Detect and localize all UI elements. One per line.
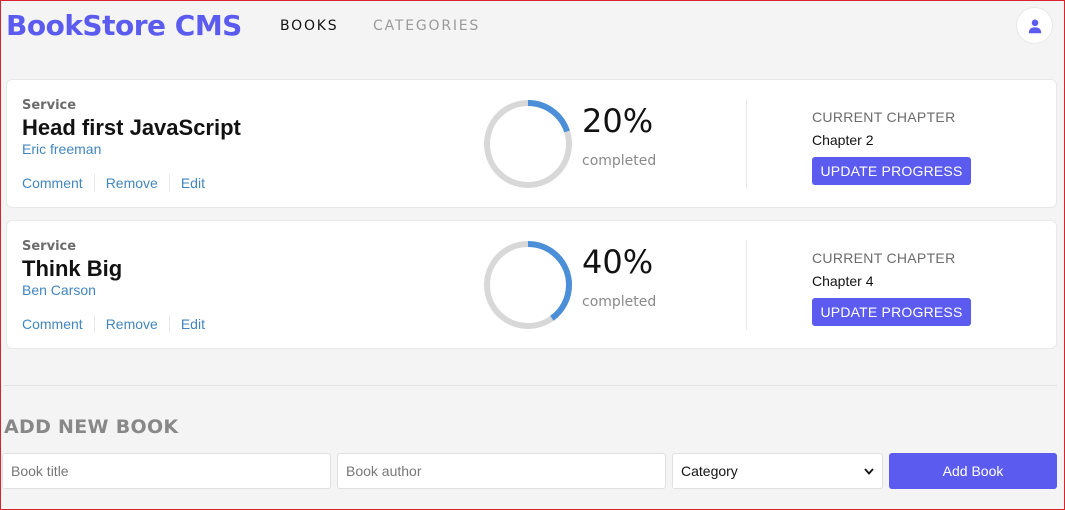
card-divider (746, 99, 747, 189)
current-chapter: Chapter 4 (812, 273, 874, 289)
book-card: Service Head first JavaScript Eric freem… (6, 79, 1057, 208)
edit-button[interactable]: Edit (170, 174, 216, 192)
remove-button[interactable]: Remove (95, 174, 169, 192)
nav-categories-link[interactable]: CATEGORIES (373, 18, 480, 34)
current-chapter: Chapter 2 (812, 132, 874, 148)
book-genre: Service (22, 239, 77, 254)
card-divider (746, 240, 747, 330)
book-actions: Comment Remove Edit (22, 315, 216, 333)
progress-status: completed (582, 294, 657, 310)
edit-button[interactable]: Edit (170, 315, 216, 333)
book-card: Service Think Big Ben Carson Comment Rem… (6, 220, 1057, 349)
category-select-value: Category (681, 463, 738, 479)
progress-status: completed (582, 153, 657, 169)
update-progress-button[interactable]: UPDATE PROGRESS (812, 298, 971, 326)
book-title-input[interactable] (2, 453, 331, 489)
remove-button[interactable]: Remove (95, 315, 169, 333)
book-title: Head first JavaScript (22, 115, 241, 140)
progress-ring (484, 100, 572, 188)
add-book-heading: ADD NEW BOOK (4, 416, 179, 438)
section-divider (4, 385, 1057, 386)
book-genre: Service (22, 98, 77, 113)
progress-ring (484, 241, 572, 329)
chevron-down-icon (864, 467, 874, 475)
comment-button[interactable]: Comment (22, 315, 94, 333)
current-chapter-label: CURRENT CHAPTER (812, 109, 956, 125)
progress-percent: 40% (582, 243, 654, 281)
app-header: BookStore CMS BOOKS CATEGORIES (1, 1, 1064, 53)
book-author[interactable]: Eric freeman (22, 141, 101, 157)
current-chapter-label: CURRENT CHAPTER (812, 250, 956, 266)
category-select[interactable]: Category (672, 453, 883, 489)
book-title: Think Big (22, 256, 123, 281)
comment-button[interactable]: Comment (22, 174, 94, 192)
user-profile-button[interactable] (1016, 7, 1053, 44)
update-progress-button[interactable]: UPDATE PROGRESS (812, 157, 971, 185)
progress-percent: 20% (582, 102, 654, 140)
book-author[interactable]: Ben Carson (22, 282, 96, 298)
book-actions: Comment Remove Edit (22, 174, 216, 192)
app-window: BookStore CMS BOOKS CATEGORIES Service H… (0, 0, 1065, 510)
user-icon (1028, 19, 1041, 33)
app-logo[interactable]: BookStore CMS (6, 9, 242, 42)
nav-books-link[interactable]: BOOKS (280, 18, 338, 34)
book-author-input[interactable] (337, 453, 666, 489)
add-book-button[interactable]: Add Book (889, 453, 1057, 489)
